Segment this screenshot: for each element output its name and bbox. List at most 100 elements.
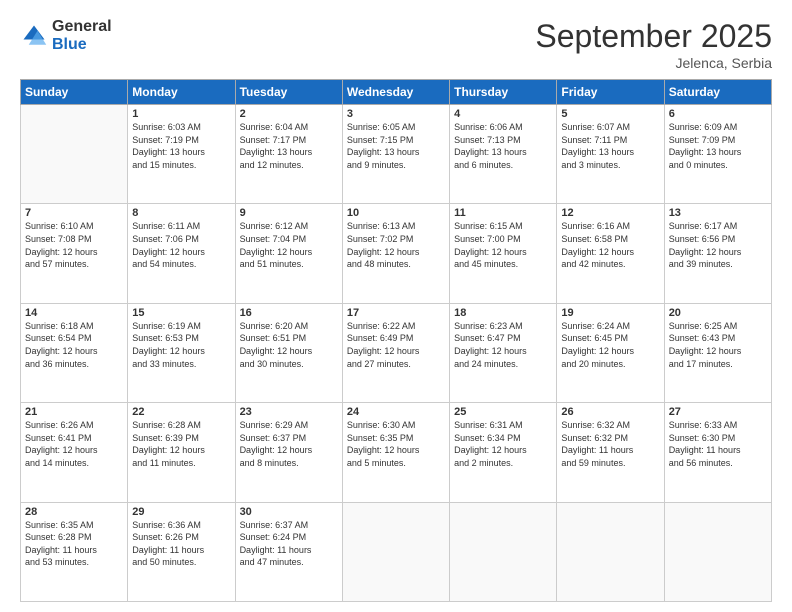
day-info: Sunrise: 6:03 AM Sunset: 7:19 PM Dayligh…: [132, 121, 230, 171]
day-info: Sunrise: 6:24 AM Sunset: 6:45 PM Dayligh…: [561, 320, 659, 370]
calendar-cell: 12Sunrise: 6:16 AM Sunset: 6:58 PM Dayli…: [557, 204, 664, 303]
calendar-cell: 14Sunrise: 6:18 AM Sunset: 6:54 PM Dayli…: [21, 303, 128, 402]
day-info: Sunrise: 6:32 AM Sunset: 6:32 PM Dayligh…: [561, 419, 659, 469]
day-info: Sunrise: 6:28 AM Sunset: 6:39 PM Dayligh…: [132, 419, 230, 469]
calendar-week-5: 28Sunrise: 6:35 AM Sunset: 6:28 PM Dayli…: [21, 502, 772, 601]
day-info: Sunrise: 6:19 AM Sunset: 6:53 PM Dayligh…: [132, 320, 230, 370]
day-number: 20: [669, 307, 767, 319]
calendar-cell: 3Sunrise: 6:05 AM Sunset: 7:15 PM Daylig…: [342, 105, 449, 204]
weekday-header-monday: Monday: [128, 80, 235, 105]
day-info: Sunrise: 6:23 AM Sunset: 6:47 PM Dayligh…: [454, 320, 552, 370]
day-info: Sunrise: 6:36 AM Sunset: 6:26 PM Dayligh…: [132, 519, 230, 569]
calendar-body: 1Sunrise: 6:03 AM Sunset: 7:19 PM Daylig…: [21, 105, 772, 602]
calendar-cell: 10Sunrise: 6:13 AM Sunset: 7:02 PM Dayli…: [342, 204, 449, 303]
day-info: Sunrise: 6:04 AM Sunset: 7:17 PM Dayligh…: [240, 121, 338, 171]
day-number: 26: [561, 406, 659, 418]
calendar-cell: [557, 502, 664, 601]
calendar-cell: 30Sunrise: 6:37 AM Sunset: 6:24 PM Dayli…: [235, 502, 342, 601]
calendar-cell: [342, 502, 449, 601]
day-info: Sunrise: 6:09 AM Sunset: 7:09 PM Dayligh…: [669, 121, 767, 171]
day-number: 30: [240, 506, 338, 518]
calendar-cell: 11Sunrise: 6:15 AM Sunset: 7:00 PM Dayli…: [450, 204, 557, 303]
day-number: 17: [347, 307, 445, 319]
calendar-cell: [450, 502, 557, 601]
calendar-table: SundayMondayTuesdayWednesdayThursdayFrid…: [20, 79, 772, 602]
calendar-week-4: 21Sunrise: 6:26 AM Sunset: 6:41 PM Dayli…: [21, 403, 772, 502]
day-number: 15: [132, 307, 230, 319]
logo: General Blue: [20, 18, 112, 53]
title-block: September 2025 Jelenca, Serbia: [535, 18, 772, 71]
calendar-cell: [21, 105, 128, 204]
day-info: Sunrise: 6:13 AM Sunset: 7:02 PM Dayligh…: [347, 220, 445, 270]
day-info: Sunrise: 6:10 AM Sunset: 7:08 PM Dayligh…: [25, 220, 123, 270]
day-number: 19: [561, 307, 659, 319]
calendar-cell: 20Sunrise: 6:25 AM Sunset: 6:43 PM Dayli…: [664, 303, 771, 402]
day-info: Sunrise: 6:16 AM Sunset: 6:58 PM Dayligh…: [561, 220, 659, 270]
calendar-cell: 23Sunrise: 6:29 AM Sunset: 6:37 PM Dayli…: [235, 403, 342, 502]
month-title: September 2025: [535, 18, 772, 55]
day-number: 6: [669, 108, 767, 120]
logo-blue: Blue: [52, 36, 112, 54]
day-info: Sunrise: 6:17 AM Sunset: 6:56 PM Dayligh…: [669, 220, 767, 270]
day-info: Sunrise: 6:20 AM Sunset: 6:51 PM Dayligh…: [240, 320, 338, 370]
logo-general: General: [52, 18, 112, 36]
day-number: 23: [240, 406, 338, 418]
calendar-cell: 25Sunrise: 6:31 AM Sunset: 6:34 PM Dayli…: [450, 403, 557, 502]
weekday-header-thursday: Thursday: [450, 80, 557, 105]
day-number: 4: [454, 108, 552, 120]
day-number: 11: [454, 207, 552, 219]
calendar-cell: 7Sunrise: 6:10 AM Sunset: 7:08 PM Daylig…: [21, 204, 128, 303]
calendar-cell: 26Sunrise: 6:32 AM Sunset: 6:32 PM Dayli…: [557, 403, 664, 502]
day-info: Sunrise: 6:11 AM Sunset: 7:06 PM Dayligh…: [132, 220, 230, 270]
day-number: 25: [454, 406, 552, 418]
weekday-header-saturday: Saturday: [664, 80, 771, 105]
logo-icon: [20, 22, 48, 50]
calendar-cell: 28Sunrise: 6:35 AM Sunset: 6:28 PM Dayli…: [21, 502, 128, 601]
calendar-cell: 4Sunrise: 6:06 AM Sunset: 7:13 PM Daylig…: [450, 105, 557, 204]
day-number: 2: [240, 108, 338, 120]
weekday-header-tuesday: Tuesday: [235, 80, 342, 105]
calendar-week-1: 1Sunrise: 6:03 AM Sunset: 7:19 PM Daylig…: [21, 105, 772, 204]
day-number: 16: [240, 307, 338, 319]
calendar-week-3: 14Sunrise: 6:18 AM Sunset: 6:54 PM Dayli…: [21, 303, 772, 402]
day-info: Sunrise: 6:30 AM Sunset: 6:35 PM Dayligh…: [347, 419, 445, 469]
day-info: Sunrise: 6:26 AM Sunset: 6:41 PM Dayligh…: [25, 419, 123, 469]
day-number: 27: [669, 406, 767, 418]
calendar-week-2: 7Sunrise: 6:10 AM Sunset: 7:08 PM Daylig…: [21, 204, 772, 303]
day-info: Sunrise: 6:05 AM Sunset: 7:15 PM Dayligh…: [347, 121, 445, 171]
day-info: Sunrise: 6:15 AM Sunset: 7:00 PM Dayligh…: [454, 220, 552, 270]
day-number: 14: [25, 307, 123, 319]
calendar-cell: [664, 502, 771, 601]
calendar-cell: 18Sunrise: 6:23 AM Sunset: 6:47 PM Dayli…: [450, 303, 557, 402]
calendar-cell: 1Sunrise: 6:03 AM Sunset: 7:19 PM Daylig…: [128, 105, 235, 204]
weekday-header-wednesday: Wednesday: [342, 80, 449, 105]
day-number: 7: [25, 207, 123, 219]
weekday-header-friday: Friday: [557, 80, 664, 105]
day-number: 5: [561, 108, 659, 120]
day-info: Sunrise: 6:22 AM Sunset: 6:49 PM Dayligh…: [347, 320, 445, 370]
day-number: 8: [132, 207, 230, 219]
calendar-cell: 22Sunrise: 6:28 AM Sunset: 6:39 PM Dayli…: [128, 403, 235, 502]
day-info: Sunrise: 6:29 AM Sunset: 6:37 PM Dayligh…: [240, 419, 338, 469]
calendar-cell: 19Sunrise: 6:24 AM Sunset: 6:45 PM Dayli…: [557, 303, 664, 402]
day-number: 29: [132, 506, 230, 518]
location-subtitle: Jelenca, Serbia: [535, 55, 772, 71]
calendar-cell: 17Sunrise: 6:22 AM Sunset: 6:49 PM Dayli…: [342, 303, 449, 402]
calendar-header: SundayMondayTuesdayWednesdayThursdayFrid…: [21, 80, 772, 105]
day-number: 13: [669, 207, 767, 219]
day-info: Sunrise: 6:25 AM Sunset: 6:43 PM Dayligh…: [669, 320, 767, 370]
calendar-cell: 9Sunrise: 6:12 AM Sunset: 7:04 PM Daylig…: [235, 204, 342, 303]
calendar-cell: 5Sunrise: 6:07 AM Sunset: 7:11 PM Daylig…: [557, 105, 664, 204]
day-number: 1: [132, 108, 230, 120]
calendar-cell: 27Sunrise: 6:33 AM Sunset: 6:30 PM Dayli…: [664, 403, 771, 502]
day-info: Sunrise: 6:07 AM Sunset: 7:11 PM Dayligh…: [561, 121, 659, 171]
day-number: 3: [347, 108, 445, 120]
day-info: Sunrise: 6:06 AM Sunset: 7:13 PM Dayligh…: [454, 121, 552, 171]
day-number: 28: [25, 506, 123, 518]
logo-text: General Blue: [52, 18, 112, 53]
calendar-cell: 29Sunrise: 6:36 AM Sunset: 6:26 PM Dayli…: [128, 502, 235, 601]
day-number: 24: [347, 406, 445, 418]
calendar-cell: 13Sunrise: 6:17 AM Sunset: 6:56 PM Dayli…: [664, 204, 771, 303]
day-number: 21: [25, 406, 123, 418]
header: General Blue September 2025 Jelenca, Ser…: [20, 18, 772, 71]
